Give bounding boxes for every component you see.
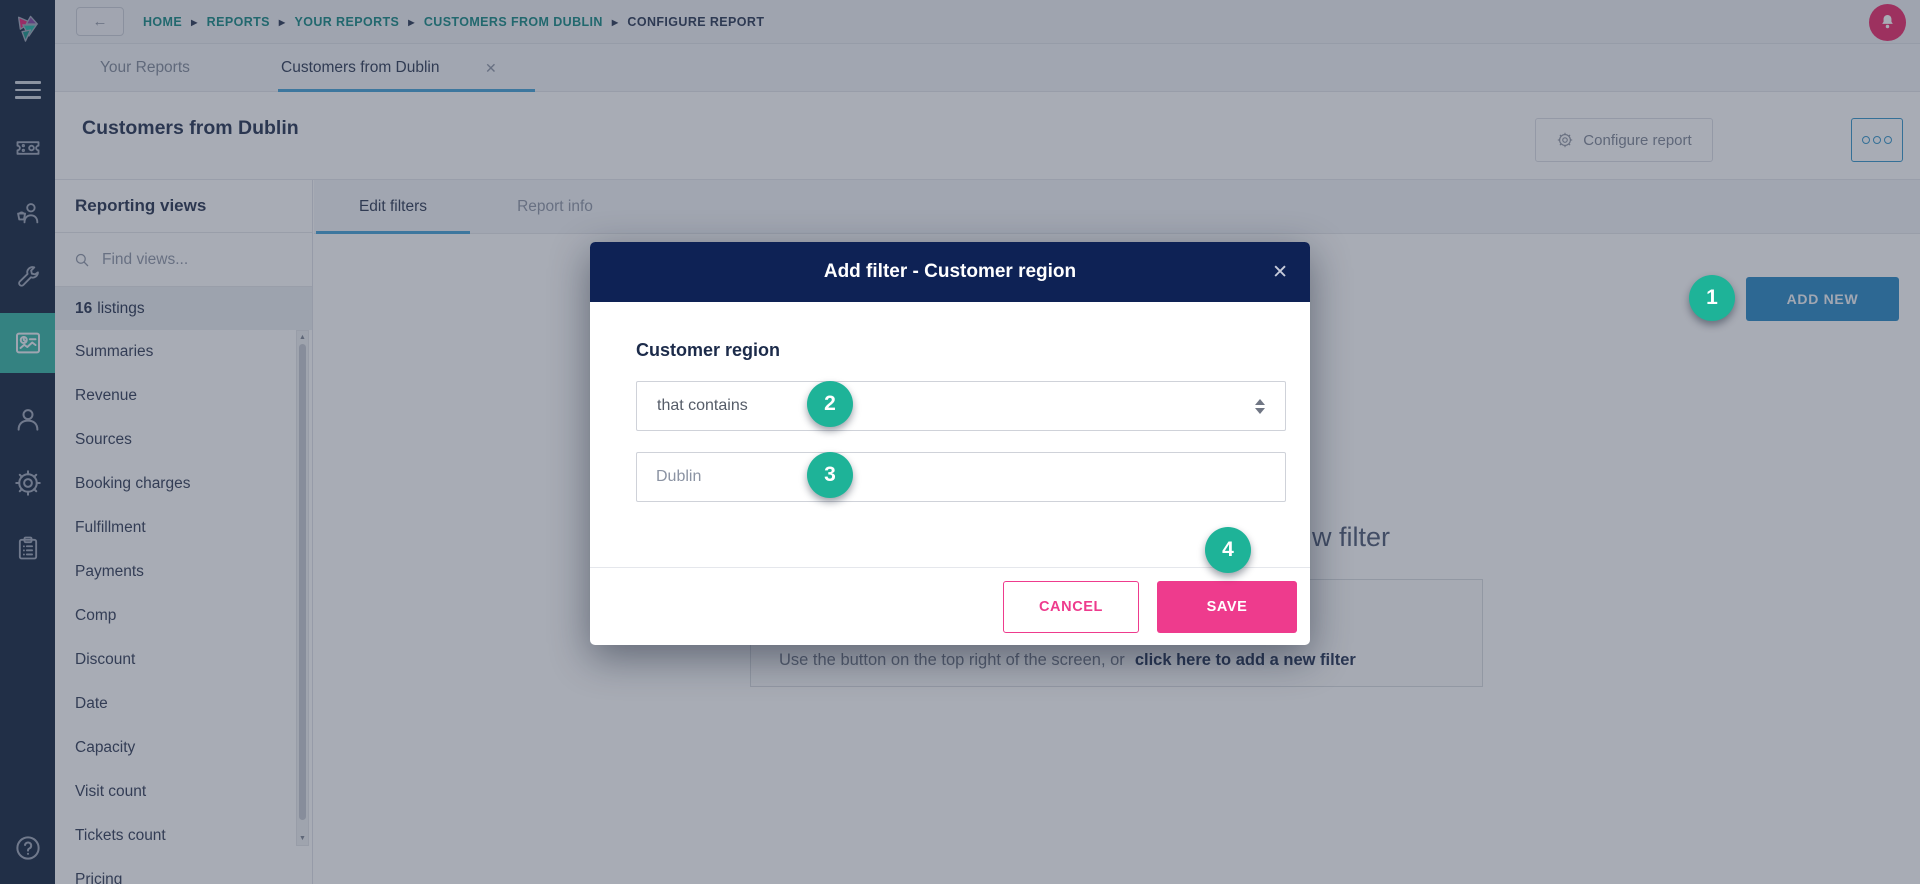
app-window: ← HOME ▶ REPORTS ▶ YOUR REPORTS ▶ CUSTOM… <box>0 0 1920 884</box>
step-badge-1: 1 <box>1689 275 1735 321</box>
close-icon[interactable]: ✕ <box>1272 242 1288 302</box>
step-badge-2: 2 <box>807 381 853 427</box>
cancel-button[interactable]: CANCEL <box>1003 580 1139 633</box>
step-badge-3: 3 <box>807 452 853 498</box>
operator-value: that contains <box>657 397 748 414</box>
modal-header: Add filter - Customer region ✕ <box>590 242 1310 302</box>
filter-value-input[interactable] <box>636 452 1286 502</box>
save-button[interactable]: SAVE <box>1157 580 1297 633</box>
field-label: Customer region <box>636 340 781 360</box>
step-badge-4: 4 <box>1205 527 1251 573</box>
add-filter-modal: Add filter - Customer region ✕ Customer … <box>590 242 1310 645</box>
modal-title: Add filter - Customer region <box>823 261 1077 282</box>
operator-select[interactable]: that contains <box>636 381 1286 431</box>
modal-footer: CANCEL SAVE <box>590 567 1310 645</box>
select-arrows-icon <box>1255 398 1265 414</box>
